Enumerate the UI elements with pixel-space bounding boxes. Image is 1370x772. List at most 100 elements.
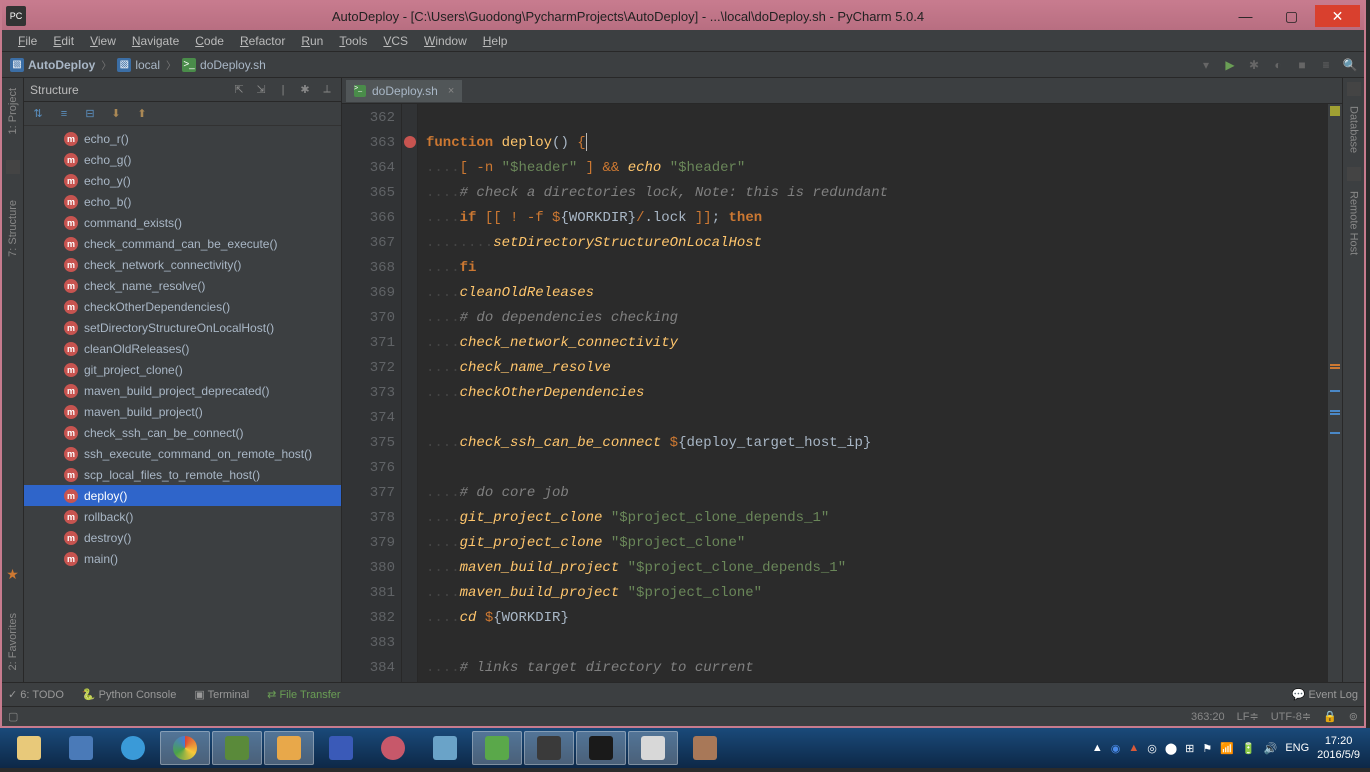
tray-icon[interactable]: ◉ (1111, 742, 1121, 755)
structure-item[interactable]: mmain() (24, 548, 341, 569)
tray-icon[interactable]: ⬤ (1165, 742, 1177, 755)
tool-database[interactable]: Database (1348, 100, 1360, 159)
autoscroll-to-icon[interactable]: ⬇ (108, 106, 124, 122)
taskbar-avatar[interactable] (680, 731, 730, 765)
structure-item[interactable]: mrollback() (24, 506, 341, 527)
taskbar-ie[interactable] (108, 731, 158, 765)
run-icon[interactable]: ▶ (1222, 57, 1238, 73)
structure-item[interactable]: mcheck_ssh_can_be_connect() (24, 422, 341, 443)
gutter-marker[interactable] (404, 136, 416, 148)
hide-icon[interactable]: ⟂ (319, 82, 335, 98)
taskbar-app5[interactable] (420, 731, 470, 765)
titlebar[interactable]: PC AutoDeploy - [C:\Users\Guodong\Pychar… (2, 2, 1364, 30)
tray-lang[interactable]: ENG (1285, 742, 1309, 754)
close-tab-icon[interactable]: × (448, 85, 454, 97)
status-icon[interactable]: ▢ (8, 710, 18, 723)
file-transfer-tool[interactable]: ⇄ File Transfer (267, 688, 340, 701)
gear-icon[interactable]: ✱ (297, 82, 313, 98)
menu-window[interactable]: Window (416, 32, 475, 50)
taskbar-app4[interactable] (368, 731, 418, 765)
todo-tool[interactable]: ✓ 6: TODO (8, 688, 64, 701)
taskbar-pycharm[interactable] (576, 731, 626, 765)
event-log[interactable]: 💬 Event Log (1292, 688, 1358, 701)
menu-edit[interactable]: Edit (45, 32, 82, 50)
structure-item[interactable]: mecho_b() (24, 191, 341, 212)
tray-icon[interactable]: ⊞ (1185, 742, 1194, 755)
menu-tools[interactable]: Tools (331, 32, 375, 50)
taskbar-sublime[interactable] (524, 731, 574, 765)
structure-item[interactable]: mdestroy() (24, 527, 341, 548)
structure-item[interactable]: mdeploy() (24, 485, 341, 506)
tray-icon[interactable]: ◎ (1147, 742, 1157, 755)
sort-alpha-icon[interactable]: ⇅ (30, 106, 46, 122)
autoscroll-from-icon[interactable]: ⬆ (134, 106, 150, 122)
structure-item[interactable]: mcheck_network_connectivity() (24, 254, 341, 275)
structure-item[interactable]: mcheck_command_can_be_execute() (24, 233, 341, 254)
structure-item[interactable]: mscp_local_files_to_remote_host() (24, 464, 341, 485)
breadcrumb-item[interactable]: ▧local (115, 58, 162, 72)
structure-item[interactable]: mcleanOldReleases() (24, 338, 341, 359)
tray-icon[interactable]: ▲ (1128, 742, 1139, 754)
menu-navigate[interactable]: Navigate (124, 32, 187, 50)
settings-icon[interactable]: ≡ (1318, 57, 1334, 73)
structure-item[interactable]: msetDirectoryStructureOnLocalHost() (24, 317, 341, 338)
taskbar-evernote[interactable] (472, 731, 522, 765)
tray-volume-icon[interactable]: 🔊 (1264, 742, 1278, 755)
search-everywhere-icon[interactable]: 🔍 (1342, 57, 1358, 73)
taskbar-app6[interactable] (628, 731, 678, 765)
structure-item[interactable]: mgit_project_clone() (24, 359, 341, 380)
caret-position[interactable]: 363:20 (1191, 711, 1225, 723)
inspector-icon[interactable]: ⊚ (1349, 710, 1358, 723)
code-area[interactable]: function deploy() {....[ -n "$header" ] … (418, 104, 1328, 682)
tool-favorites[interactable]: 2: Favorites (7, 607, 19, 676)
tray-icon[interactable]: 🔋 (1242, 742, 1256, 755)
minimize-button[interactable]: — (1223, 5, 1268, 27)
structure-item[interactable]: mmaven_build_project() (24, 401, 341, 422)
run-config-dropdown-icon[interactable]: ▾ (1198, 57, 1214, 73)
encoding[interactable]: UTF-8≑ (1271, 710, 1311, 723)
line-number-gutter[interactable]: 3623633643653663673683693703713723733743… (342, 104, 402, 682)
tool-project[interactable]: 1: Project (7, 82, 19, 140)
stop-icon[interactable]: ■ (1294, 57, 1310, 73)
tray-clock[interactable]: 17:20 2016/5/9 (1317, 734, 1360, 762)
tray-icon[interactable]: 📶 (1220, 742, 1234, 755)
maximize-button[interactable]: ▢ (1269, 5, 1314, 27)
breadcrumb-item[interactable]: ▧AutoDeploy (8, 58, 97, 72)
structure-item[interactable]: mecho_g() (24, 149, 341, 170)
menu-help[interactable]: Help (475, 32, 516, 50)
menu-vcs[interactable]: VCS (375, 32, 416, 50)
editor-tab[interactable]: >_ doDeploy.sh × (346, 80, 462, 102)
terminal-tool[interactable]: ▣ Terminal (194, 688, 249, 701)
structure-item[interactable]: mmaven_build_project_deprecated() (24, 380, 341, 401)
structure-item[interactable]: mssh_execute_command_on_remote_host() (24, 443, 341, 464)
structure-list[interactable]: mecho_r()mecho_g()mecho_y()mecho_b()mcom… (24, 126, 341, 682)
menu-file[interactable]: File (10, 32, 45, 50)
structure-item[interactable]: mcheck_name_resolve() (24, 275, 341, 296)
taskbar-chrome[interactable] (160, 731, 210, 765)
lock-icon[interactable]: 🔒 (1323, 710, 1337, 723)
remote-host-icon[interactable] (1347, 167, 1361, 181)
breadcrumb-item[interactable]: >_doDeploy.sh (180, 58, 268, 72)
editor-scrollbar[interactable] (1328, 104, 1342, 682)
tool-structure[interactable]: 7: Structure (7, 194, 19, 263)
menu-view[interactable]: View (82, 32, 124, 50)
taskbar-app2[interactable] (212, 731, 262, 765)
python-console-tool[interactable]: 🐍 Python Console (82, 688, 176, 701)
structure-item[interactable]: mcheckOtherDependencies() (24, 296, 341, 317)
close-button[interactable]: ✕ (1315, 5, 1360, 27)
menu-refactor[interactable]: Refactor (232, 32, 293, 50)
marker-gutter[interactable] (402, 104, 418, 682)
line-ending[interactable]: LF≑ (1237, 710, 1259, 723)
taskbar-app3[interactable] (316, 731, 366, 765)
tray-icon[interactable]: ⚑ (1202, 742, 1212, 755)
tool-remote-host[interactable]: Remote Host (1348, 185, 1360, 261)
menu-code[interactable]: Code (187, 32, 232, 50)
windows-taskbar[interactable]: ▲ ◉ ▲ ◎ ⬤ ⊞ ⚑ 📶 🔋 🔊 ENG 17:20 2016/5/9 (0, 728, 1370, 768)
collapse-all-icon[interactable]: ⇲ (253, 82, 269, 98)
taskbar-vmware[interactable] (264, 731, 314, 765)
structure-item[interactable]: mecho_r() (24, 128, 341, 149)
group-icon[interactable]: ⊟ (82, 106, 98, 122)
sort-visibility-icon[interactable]: ≡ (56, 106, 72, 122)
coverage-icon[interactable]: ◐ (1270, 57, 1286, 73)
structure-item[interactable]: mcommand_exists() (24, 212, 341, 233)
